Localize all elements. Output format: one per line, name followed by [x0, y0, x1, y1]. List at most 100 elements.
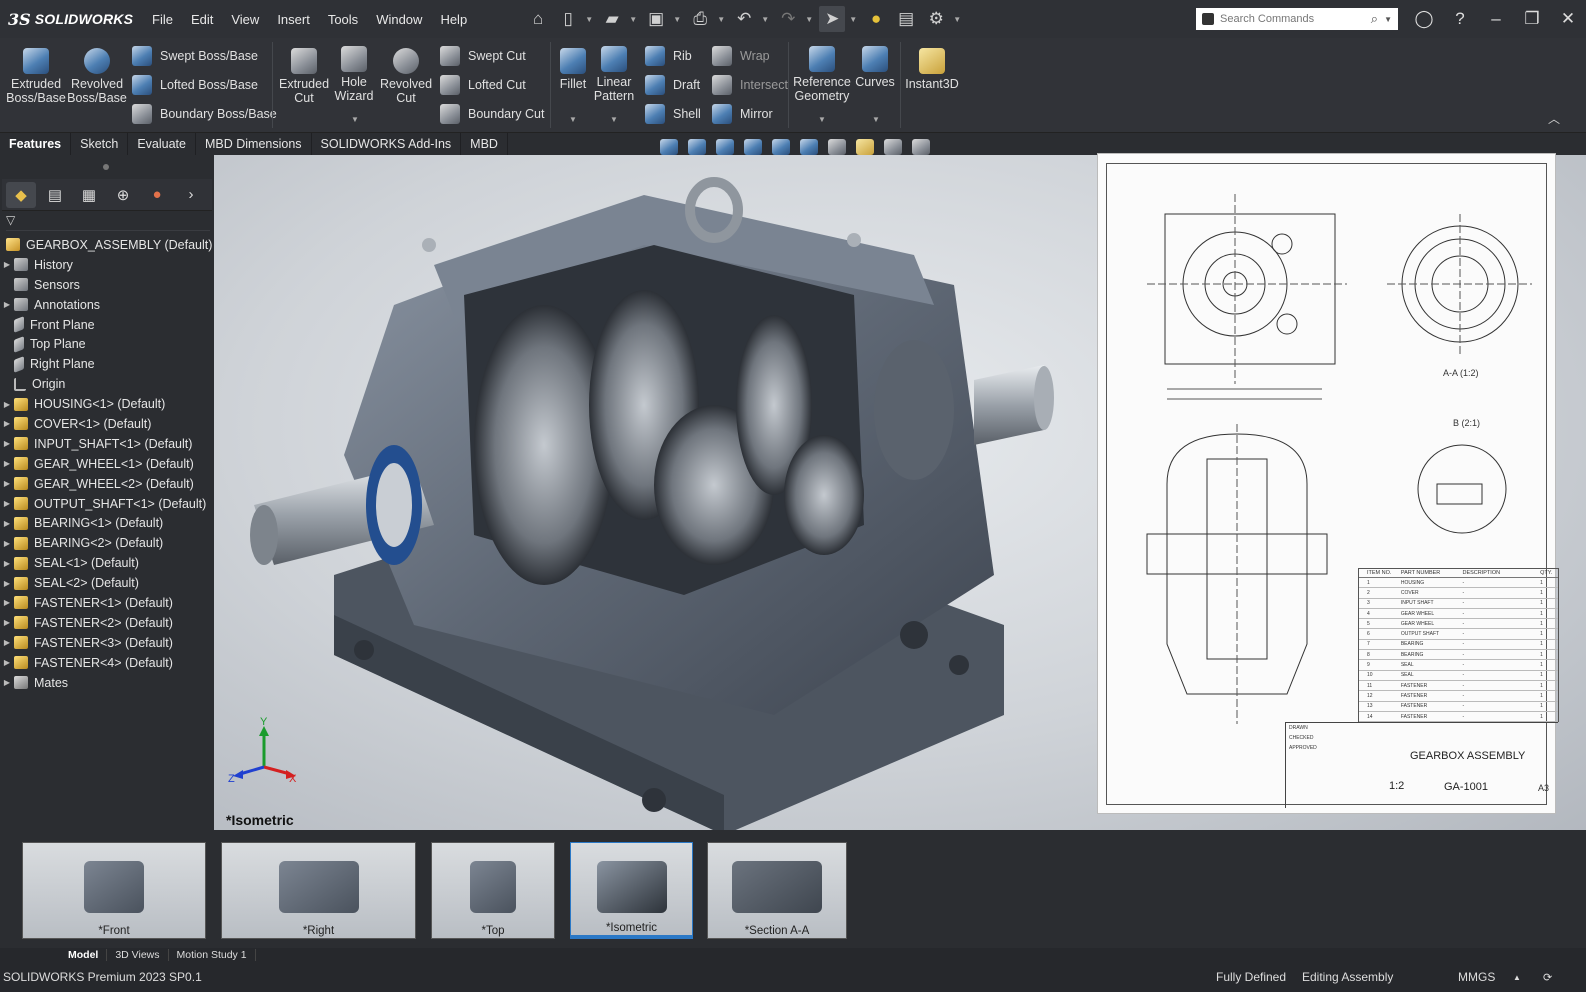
tree-item[interactable]: ▶ SEAL<2> (Default) [0, 573, 214, 593]
curves-button[interactable]: Curves [854, 46, 896, 89]
print-dropdown-icon[interactable]: ▼ [717, 15, 727, 24]
tab-features[interactable]: Features [0, 133, 72, 155]
app-logo[interactable]: 3S SOLIDWORKS [0, 10, 140, 29]
tree-item[interactable]: ▶ FASTENER<4> (Default) [0, 653, 214, 673]
close-icon[interactable]: ✕ [1550, 9, 1586, 29]
filter-icon[interactable]: ▽ [6, 213, 15, 227]
section-view-icon[interactable] [744, 139, 762, 155]
options-dropdown-icon[interactable]: ▼ [953, 15, 963, 24]
zoom-to-area-icon[interactable] [688, 139, 706, 155]
instant3d-button[interactable]: Instant3D [904, 48, 960, 91]
rib-button[interactable]: Rib [645, 46, 692, 66]
tree-item[interactable]: ▶ FASTENER<1> (Default) [0, 593, 214, 613]
draft-button[interactable]: Draft [645, 75, 700, 95]
expand-arrow-icon[interactable]: ▶ [0, 439, 14, 448]
tree-item[interactable]: Top Plane [0, 334, 214, 354]
print-icon[interactable]: ⎙ [687, 6, 713, 32]
tree-item[interactable]: Sensors [0, 275, 214, 295]
redo-icon[interactable]: ↷ [775, 6, 801, 32]
bill-of-materials-table[interactable]: ITEM NO. PART NUMBER DESCRIPTION QTY. 1 H… [1358, 568, 1559, 723]
rebuild-status-icon[interactable]: ⟳ [1543, 971, 1552, 984]
display-style-icon[interactable] [828, 139, 846, 155]
thumb-front[interactable]: *Front [22, 842, 206, 939]
select-dropdown-icon[interactable]: ▼ [849, 15, 859, 24]
tree-item[interactable]: ▶ History [0, 255, 214, 275]
tree-item[interactable]: Origin [0, 374, 214, 394]
minimize-icon[interactable]: – [1478, 9, 1514, 29]
select-cursor-icon[interactable]: ➤ [819, 6, 846, 32]
expand-arrow-icon[interactable]: ▶ [0, 400, 14, 409]
save-dropdown-icon[interactable]: ▼ [673, 15, 683, 24]
expand-arrow-icon[interactable]: ▶ [0, 539, 14, 548]
tree-item[interactable]: ▶ GEAR_WHEEL<2> (Default) [0, 474, 214, 494]
tree-item[interactable]: ▶ OUTPUT_SHAFT<1> (Default) [0, 494, 214, 514]
expand-arrow-icon[interactable]: ▶ [0, 658, 14, 667]
swept-cut-button[interactable]: Swept Cut [440, 46, 526, 66]
previous-view-icon[interactable] [716, 139, 734, 155]
user-account-icon[interactable]: ◯ [1406, 9, 1442, 29]
menu-insert[interactable]: Insert [277, 12, 310, 27]
expand-arrow-icon[interactable]: ▶ [0, 678, 14, 687]
tree-item[interactable]: ▶ INPUT_SHAFT<1> (Default) [0, 434, 214, 454]
dynamic-annotation-icon[interactable] [772, 139, 790, 155]
tree-item[interactable]: ▶ FASTENER<2> (Default) [0, 613, 214, 633]
configuration-manager-tab-icon[interactable]: ▦ [74, 182, 104, 208]
menu-tools[interactable]: Tools [328, 12, 358, 27]
apply-scene-icon[interactable] [884, 139, 902, 155]
reference-geometry-dropdown-icon[interactable]: ▼ [818, 115, 826, 124]
tree-item[interactable]: ▶ BEARING<1> (Default) [0, 513, 214, 533]
boundary-boss-button[interactable]: Boundary Boss/Base [132, 104, 277, 124]
menu-help[interactable]: Help [440, 12, 467, 27]
tab-evaluate[interactable]: Evaluate [128, 133, 196, 155]
tree-item[interactable]: ▶ Annotations [0, 295, 214, 315]
menu-file[interactable]: File [152, 12, 173, 27]
thumb-top[interactable]: *Top [431, 842, 555, 939]
expand-arrow-icon[interactable]: ▶ [0, 638, 14, 647]
lofted-cut-button[interactable]: Lofted Cut [440, 75, 526, 95]
tree-item[interactable]: Right Plane [0, 354, 214, 374]
search-dropdown-icon[interactable]: ▼ [1384, 15, 1392, 24]
tree-root-assembly[interactable]: GEARBOX_ASSEMBLY (Default) [0, 235, 214, 255]
zoom-to-fit-icon[interactable] [660, 139, 678, 155]
expand-arrow-icon[interactable]: ▶ [0, 499, 14, 508]
open-folder-icon[interactable]: ▰ [599, 6, 625, 32]
feature-manager-tab-icon[interactable]: ◆ [6, 181, 36, 208]
dimxpert-manager-tab-icon[interactable]: ⊕ [108, 182, 138, 208]
expand-arrow-icon[interactable]: ▶ [0, 459, 14, 468]
expand-arrow-icon[interactable]: ▶ [0, 598, 14, 607]
property-manager-tab-icon[interactable]: ▤ [40, 182, 70, 208]
shell-button[interactable]: Shell [645, 104, 701, 124]
hole-wizard-dropdown-icon[interactable]: ▼ [351, 115, 359, 124]
boundary-cut-button[interactable]: Boundary Cut [440, 104, 544, 124]
expand-arrow-icon[interactable]: ▶ [0, 479, 14, 488]
expand-arrow-icon[interactable]: ▶ [0, 260, 14, 269]
tab-3d-views[interactable]: 3D Views [107, 949, 169, 961]
swept-boss-button[interactable]: Swept Boss/Base [132, 46, 258, 66]
hole-wizard-button[interactable]: Hole Wizard [330, 46, 378, 103]
pattern-dropdown-icon[interactable]: ▼ [610, 115, 618, 124]
tree-item[interactable]: ▶ SEAL<1> (Default) [0, 553, 214, 573]
undo-icon[interactable]: ↶ [731, 6, 757, 32]
extruded-cut-button[interactable]: Extruded Cut [278, 48, 330, 105]
revolved-boss-button[interactable]: Revolved Boss/Base [67, 48, 127, 105]
drawing-sheet[interactable]: A-A (1:2) B (2:1) ITEM NO. PART NUMBER D… [1097, 153, 1559, 814]
units-up-arrow-icon[interactable]: ▲ [1513, 973, 1521, 982]
tab-solidworks-addins[interactable]: SOLIDWORKS Add-Ins [312, 133, 462, 155]
edit-appearance-icon[interactable] [856, 139, 874, 155]
restore-icon[interactable]: ❐ [1514, 9, 1550, 29]
file-properties-icon[interactable]: ▤ [893, 6, 919, 32]
tab-sketch[interactable]: Sketch [71, 133, 129, 155]
menu-edit[interactable]: Edit [191, 12, 213, 27]
unit-system-button[interactable]: MMGS [1458, 970, 1495, 984]
tab-motion-study[interactable]: Motion Study 1 [169, 949, 256, 961]
search-icon[interactable]: ⌕ [1371, 11, 1378, 27]
menu-view[interactable]: View [231, 12, 259, 27]
search-commands-field[interactable]: Search Commands ⌕ ▼ [1196, 8, 1398, 30]
display-manager-tab-icon[interactable]: ● [142, 182, 172, 208]
expand-tabs-chevron-icon[interactable]: › [176, 182, 206, 208]
wrap-button[interactable]: Wrap [712, 46, 770, 66]
revolved-cut-button[interactable]: Revolved Cut [380, 48, 432, 105]
expand-arrow-icon[interactable]: ▶ [0, 519, 14, 528]
view-settings-icon[interactable] [912, 139, 930, 155]
home-icon[interactable]: ⌂ [525, 6, 551, 32]
